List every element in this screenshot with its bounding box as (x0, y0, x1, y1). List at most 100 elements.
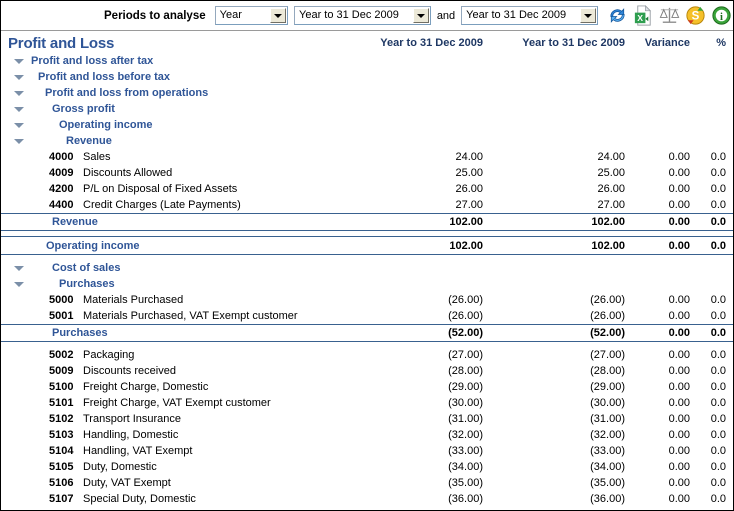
account-name: Discounts Allowed (83, 167, 173, 179)
subtotal-period2: (52.00) (590, 327, 625, 339)
group-row-profit-and-loss-from-operations[interactable]: Profit and loss from operations (1, 85, 733, 101)
other-cost-rows: 5002 Packaging (27.00) (27.00) 0.00 0.0 5009 Di… (1, 347, 733, 510)
account-name: Packaging (83, 349, 135, 361)
value-period1: (27.00) (448, 349, 483, 361)
subtotal-row-operating-income: Operating income 102.00 102.00 0.00 0.0 (1, 237, 733, 255)
group-row-revenue[interactable]: Revenue (1, 133, 733, 149)
account-code: 5000 (49, 294, 74, 306)
table-row[interactable]: 5108Special Duty, VAT Exempt(37.00)(37.0… (1, 507, 733, 510)
chevron-down-icon[interactable] (270, 8, 286, 23)
table-row[interactable]: 5103 Handling, Domestic (32.00) (32.00) 0.00… (1, 427, 733, 443)
chevron-down-icon[interactable] (14, 139, 24, 144)
account-name: Freight Charge, VAT Exempt customer (83, 397, 271, 409)
value-variance: 0.00 (668, 381, 690, 393)
currency-swap-icon[interactable]: S (684, 4, 707, 27)
group-row-gross-profit[interactable]: Gross profit (1, 101, 733, 117)
value-variance: 0.00 (668, 445, 690, 457)
chevron-down-icon[interactable] (14, 123, 24, 128)
value-variance: 0.00 (668, 183, 690, 195)
table-row[interactable]: 5002 Packaging (27.00) (27.00) 0.00 0.0 (1, 347, 733, 363)
subtotal-variance: 0.00 (668, 327, 690, 339)
account-cell: 5000 Materials Purchased (1, 292, 379, 308)
value-percent: 0.0 (710, 493, 726, 505)
chevron-down-icon[interactable] (14, 75, 24, 80)
group-row-purchases[interactable]: Purchases (1, 276, 733, 292)
value-percent: 0.0 (710, 365, 726, 377)
group-label: Profit and loss from operations (45, 87, 209, 99)
subtotal-period1: 102.00 (449, 239, 483, 252)
value-period2: (30.00) (590, 397, 625, 409)
value-variance: 0.00 (668, 199, 690, 211)
account-code: 5001 (49, 310, 74, 322)
group-label-cell: Revenue (1, 133, 733, 149)
value-period2: (34.00) (590, 461, 625, 473)
group-row-cost-of-sales[interactable]: Cost of sales (1, 260, 733, 276)
refresh-icon[interactable] (606, 4, 629, 27)
account-code: 5106 (49, 477, 74, 489)
group-row-profit-and-loss-after-tax[interactable]: Profit and loss after tax (1, 53, 733, 69)
excel-export-icon[interactable]: X (632, 4, 655, 27)
table-row[interactable]: 5100 Freight Charge, Domestic (29.00) (29.0… (1, 379, 733, 395)
table-row[interactable]: 5102 Transport Insurance (31.00) (31.00) 0.0… (1, 411, 733, 427)
balance-scales-icon[interactable] (658, 4, 681, 27)
chevron-down-icon[interactable] (14, 266, 24, 271)
group-label-cell: Gross profit (1, 101, 733, 117)
account-name: Handling, VAT Exempt (83, 445, 193, 457)
account-cell: 5106 Duty, VAT Exempt (1, 475, 379, 491)
value-period1: (36.00) (448, 493, 483, 505)
subtotal-percent: 0.0 (710, 216, 726, 228)
subtotal-variance: 0.00 (668, 239, 690, 252)
account-name: Materials Purchased (83, 294, 184, 306)
subtotal-percent: 0.0 (710, 327, 726, 339)
group-row-profit-and-loss-before-tax[interactable]: Profit and loss before tax (1, 69, 733, 85)
table-row[interactable]: 5101 Freight Charge, VAT Exempt customer (… (1, 395, 733, 411)
account-code: 5102 (49, 413, 74, 425)
group-label: Purchases (59, 278, 115, 290)
table-row[interactable]: 5107 Special Duty, Domestic (36.00) (36.00)… (1, 491, 733, 507)
account-cell: 4200 P/L on Disposal of Fixed Assets (1, 181, 379, 197)
value-period1: (34.00) (448, 461, 483, 473)
period-type-select[interactable]: Year (214, 6, 288, 25)
table-row[interactable]: 5106 Duty, VAT Exempt (35.00) (35.00) 0.00 0.… (1, 475, 733, 491)
subtotal-label: Revenue (52, 216, 98, 228)
group-label: Operating income (59, 119, 153, 131)
account-cell: 5001 Materials Purchased, VAT Exempt cus… (1, 308, 379, 324)
group-label-cell: Cost of sales (1, 260, 733, 276)
account-cell: 5101 Freight Charge, VAT Exempt customer (1, 395, 379, 411)
table-row[interactable]: 4009 Discounts Allowed 25.00 25.00 0.00 … (1, 165, 733, 181)
table-row[interactable]: 4000 Sales 24.00 24.00 0.00 0.0 (1, 149, 733, 165)
chevron-down-icon[interactable] (412, 8, 429, 23)
info-icon[interactable]: i (710, 4, 733, 27)
chevron-down-icon[interactable] (579, 8, 596, 23)
account-code: 5103 (49, 429, 74, 441)
period-to-select[interactable]: Year to 31 Dec 2009 (461, 6, 598, 25)
account-code: 5100 (49, 381, 74, 393)
table-row[interactable]: 4200 P/L on Disposal of Fixed Assets 26.… (1, 181, 733, 197)
table-row[interactable]: 5001 Materials Purchased, VAT Exempt cus… (1, 308, 733, 324)
group-label: Revenue (66, 135, 112, 147)
chevron-down-icon[interactable] (14, 107, 24, 112)
table-row[interactable]: 5105 Duty, Domestic (34.00) (34.00) 0.00 0.0 (1, 459, 733, 475)
chevron-down-icon[interactable] (14, 91, 24, 96)
value-period1: 27.00 (455, 199, 483, 211)
group-row-operating-income[interactable]: Operating income (1, 117, 733, 133)
account-code: 5105 (49, 461, 74, 473)
value-variance: 0.00 (668, 151, 690, 163)
table-row[interactable]: 5009 Discounts received (28.00) (28.00) 0.00… (1, 363, 733, 379)
period-from-select[interactable]: Year to 31 Dec 2009 (294, 6, 431, 25)
table-row[interactable]: 5000 Materials Purchased (26.00) (26.00)… (1, 292, 733, 308)
table-row[interactable]: 4400 Credit Charges (Late Payments) 27.0… (1, 197, 733, 213)
account-cell: 5107 Special Duty, Domestic (1, 491, 379, 507)
value-variance: 0.00 (668, 413, 690, 425)
chevron-down-icon[interactable] (14, 59, 24, 64)
table-row[interactable]: 5104 Handling, VAT Exempt (33.00) (33.00) 0.… (1, 443, 733, 459)
value-percent: 0.0 (710, 461, 726, 473)
account-code: 5002 (49, 349, 74, 361)
account-cell: 4009 Discounts Allowed (1, 165, 379, 181)
value-period1: 24.00 (455, 151, 483, 163)
column-header-period2: Year to 31 Dec 2009 (522, 37, 625, 49)
value-period1: (28.00) (448, 365, 483, 377)
account-cell: 5104 Handling, VAT Exempt (1, 443, 379, 459)
value-percent: 0.0 (710, 183, 726, 195)
chevron-down-icon[interactable] (14, 282, 24, 287)
